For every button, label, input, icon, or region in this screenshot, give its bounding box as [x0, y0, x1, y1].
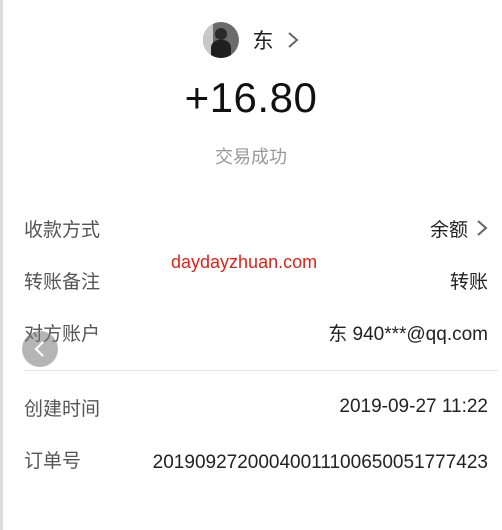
payment-method-label: 收款方式 — [24, 218, 101, 241]
transaction-detail-page: 东 +16.80 交易成功 收款方式 余额 daydayzhuan.com 转账… — [0, 0, 502, 530]
order-number-value: 20190927200040011100650051777423 — [152, 452, 488, 473]
counterparty-account-row: 对方账户 东 940***@qq.com — [24, 317, 488, 347]
payment-method-value: 余额 — [429, 219, 468, 241]
section-divider — [24, 370, 498, 371]
note-label: 转账备注 — [24, 270, 101, 293]
note-row: 转账备注 转账 — [24, 265, 488, 295]
chevron-left-icon — [34, 341, 44, 357]
counterparty-header[interactable]: 东 — [0, 18, 502, 62]
back-button[interactable] — [22, 331, 58, 367]
counterparty-account-value: 东 940***@qq.com — [328, 323, 488, 345]
payment-method-row[interactable]: 收款方式 余额 — [24, 213, 488, 243]
transaction-amount: +16.80 — [184, 74, 318, 121]
payment-method-value-group[interactable]: 余额 — [430, 215, 488, 242]
created-time-label: 创建时间 — [24, 397, 101, 420]
chevron-right-icon — [287, 32, 299, 48]
created-time-value: 2019-09-27 11:22 — [339, 396, 488, 417]
chevron-right-icon — [477, 220, 488, 236]
note-value: 转账 — [449, 271, 488, 293]
avatar[interactable] — [202, 22, 239, 58]
created-time-row: 创建时间 2019-09-27 11:22 — [24, 392, 488, 422]
transaction-status: 交易成功 — [215, 147, 287, 168]
counterparty-name: 东 — [252, 29, 274, 53]
order-number-label: 订单号 — [24, 450, 82, 472]
